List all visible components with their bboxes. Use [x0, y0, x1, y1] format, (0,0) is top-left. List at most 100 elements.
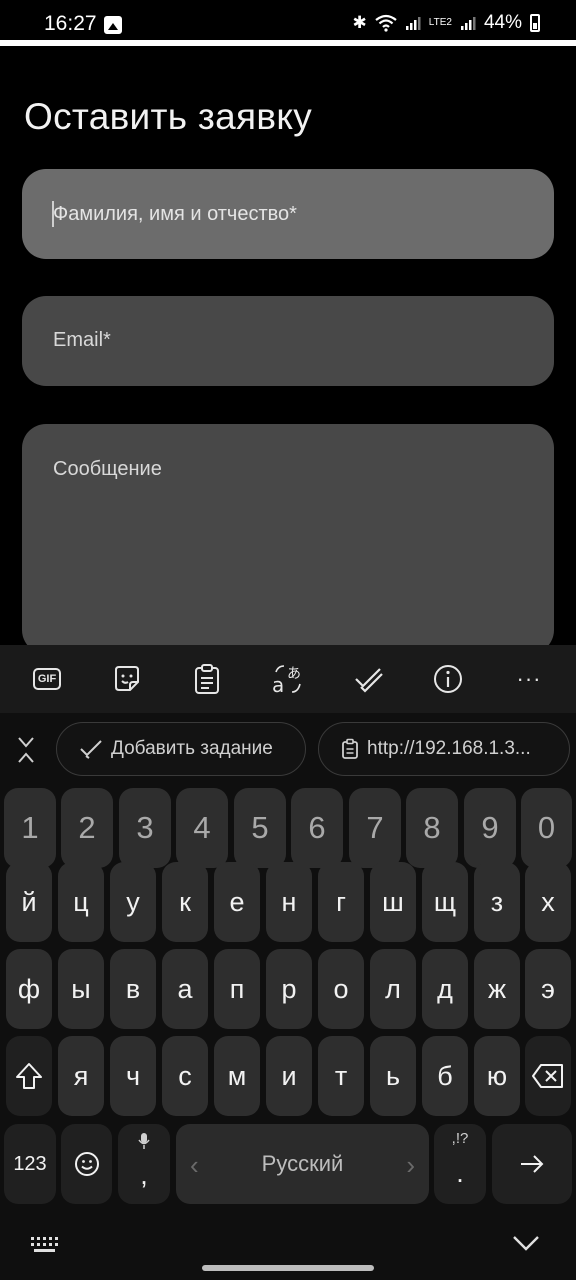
- key-8[interactable]: 8: [406, 788, 458, 868]
- clipboard-icon[interactable]: [189, 661, 225, 697]
- key-letter[interactable]: г: [318, 862, 364, 942]
- key-4[interactable]: 4: [176, 788, 228, 868]
- microphone-icon: [138, 1133, 150, 1149]
- key-letter[interactable]: щ: [422, 862, 468, 942]
- key-letter[interactable]: з: [474, 862, 520, 942]
- shift-key[interactable]: [6, 1036, 52, 1116]
- translate-icon[interactable]: aあ: [269, 661, 305, 697]
- key-letter[interactable]: ю: [474, 1036, 520, 1116]
- message-placeholder: Сообщение: [53, 458, 162, 480]
- spellcheck-icon[interactable]: [350, 661, 386, 697]
- key-letter[interactable]: р: [266, 949, 312, 1029]
- message-field[interactable]: Сообщение: [22, 424, 554, 654]
- backspace-icon: [532, 1064, 563, 1088]
- key-letter[interactable]: ш: [370, 862, 416, 942]
- more-options-icon[interactable]: ···: [511, 661, 547, 697]
- page-top-divider: [0, 40, 576, 46]
- checkmark-icon: [80, 740, 102, 759]
- key-letter[interactable]: п: [214, 949, 260, 1029]
- space-language-label: Русский: [261, 1151, 344, 1176]
- period-key[interactable]: ,!? .: [434, 1124, 486, 1204]
- key-1[interactable]: 1: [4, 788, 56, 868]
- comma-label: ,: [140, 1159, 148, 1190]
- key-letter[interactable]: в: [110, 949, 156, 1029]
- key-letter[interactable]: ц: [58, 862, 104, 942]
- network-type-label: LTE2: [428, 17, 452, 28]
- keyboard-nav-bar: [0, 1225, 576, 1280]
- gif-label: GIF: [32, 668, 62, 690]
- clipboard-small-icon: [342, 738, 358, 759]
- key-2[interactable]: 2: [61, 788, 113, 868]
- battery-percent: 44%: [483, 12, 522, 33]
- keyboard-toolbar: GIF aあ ···: [0, 645, 576, 713]
- hide-keyboard-icon[interactable]: [512, 1233, 540, 1253]
- key-letter[interactable]: о: [318, 949, 364, 1029]
- key-letter[interactable]: ы: [58, 949, 104, 1029]
- key-letter[interactable]: к: [162, 862, 208, 942]
- signal-icon-2: [460, 17, 476, 30]
- gif-icon[interactable]: GIF: [29, 661, 65, 697]
- key-letter[interactable]: с: [162, 1036, 208, 1116]
- info-icon[interactable]: [430, 661, 466, 697]
- key-letter[interactable]: д: [422, 949, 468, 1029]
- email-placeholder: Email*: [53, 329, 111, 351]
- signal-icon: [405, 17, 421, 30]
- key-letter[interactable]: б: [422, 1036, 468, 1116]
- shift-icon: [16, 1063, 42, 1089]
- key-6[interactable]: 6: [291, 788, 343, 868]
- emoji-icon: [74, 1152, 99, 1176]
- key-letter[interactable]: х: [525, 862, 571, 942]
- numbers-mode-key[interactable]: 123: [4, 1124, 56, 1204]
- key-7[interactable]: 7: [349, 788, 401, 868]
- bluetooth-icon: ✱: [352, 13, 367, 32]
- emoji-key[interactable]: [61, 1124, 112, 1204]
- key-letter[interactable]: у: [110, 862, 156, 942]
- collapse-suggestions-icon[interactable]: [14, 735, 38, 763]
- home-indicator[interactable]: [202, 1265, 374, 1271]
- key-letter[interactable]: ч: [110, 1036, 156, 1116]
- key-letter[interactable]: т: [318, 1036, 364, 1116]
- key-letter[interactable]: ф: [6, 949, 52, 1029]
- suggestion-row: Добавить задание http://192.168.1.3...: [0, 717, 576, 781]
- key-letter[interactable]: л: [370, 949, 416, 1029]
- clipboard-url-label: http://192.168.1.3...: [367, 738, 531, 759]
- key-letter[interactable]: э: [525, 949, 571, 1029]
- backspace-key[interactable]: [525, 1036, 571, 1116]
- space-key[interactable]: ‹ Русский ›: [176, 1124, 429, 1204]
- wifi-icon: [375, 14, 397, 32]
- key-letter[interactable]: е: [214, 862, 260, 942]
- key-3[interactable]: 3: [119, 788, 171, 868]
- sticker-icon[interactable]: [109, 661, 145, 697]
- clipboard-url-suggestion[interactable]: http://192.168.1.3...: [318, 722, 570, 776]
- period-label: .: [456, 1157, 464, 1188]
- key-0[interactable]: 0: [521, 788, 572, 868]
- key-letter[interactable]: ж: [474, 949, 520, 1029]
- soft-keyboard: GIF aあ ··· Добавить задание http://192.1…: [0, 645, 576, 1280]
- key-5[interactable]: 5: [234, 788, 286, 868]
- add-task-suggestion[interactable]: Добавить задание: [56, 722, 306, 776]
- comma-key[interactable]: ,: [118, 1124, 170, 1204]
- key-letter[interactable]: м: [214, 1036, 260, 1116]
- battery-icon: [530, 14, 540, 32]
- key-letter[interactable]: я: [58, 1036, 104, 1116]
- svg-text:あ: あ: [287, 666, 301, 682]
- key-letter[interactable]: а: [162, 949, 208, 1029]
- key-letter[interactable]: н: [266, 862, 312, 942]
- status-icons: ✱ LTE2 44%: [353, 12, 540, 34]
- punctuation-hint: ,!?: [451, 1130, 469, 1147]
- email-field[interactable]: Email*: [22, 296, 554, 386]
- chevron-right-icon: ›: [406, 1150, 415, 1180]
- enter-key[interactable]: [492, 1124, 572, 1204]
- keyboard-switch-icon[interactable]: [30, 1235, 60, 1255]
- key-letter[interactable]: ь: [370, 1036, 416, 1116]
- full-name-placeholder: Фамилия, имя и отчество*: [53, 203, 297, 225]
- arrow-right-icon: [521, 1155, 544, 1173]
- key-9[interactable]: 9: [464, 788, 516, 868]
- add-task-label: Добавить задание: [111, 738, 273, 759]
- page-title: Оставить заявку: [24, 96, 313, 137]
- image-notification-icon: [104, 16, 122, 34]
- key-letter[interactable]: и: [266, 1036, 312, 1116]
- key-letter[interactable]: й: [6, 862, 52, 942]
- full-name-field[interactable]: Фамилия, имя и отчество*: [22, 169, 554, 259]
- svg-text:a: a: [272, 673, 284, 696]
